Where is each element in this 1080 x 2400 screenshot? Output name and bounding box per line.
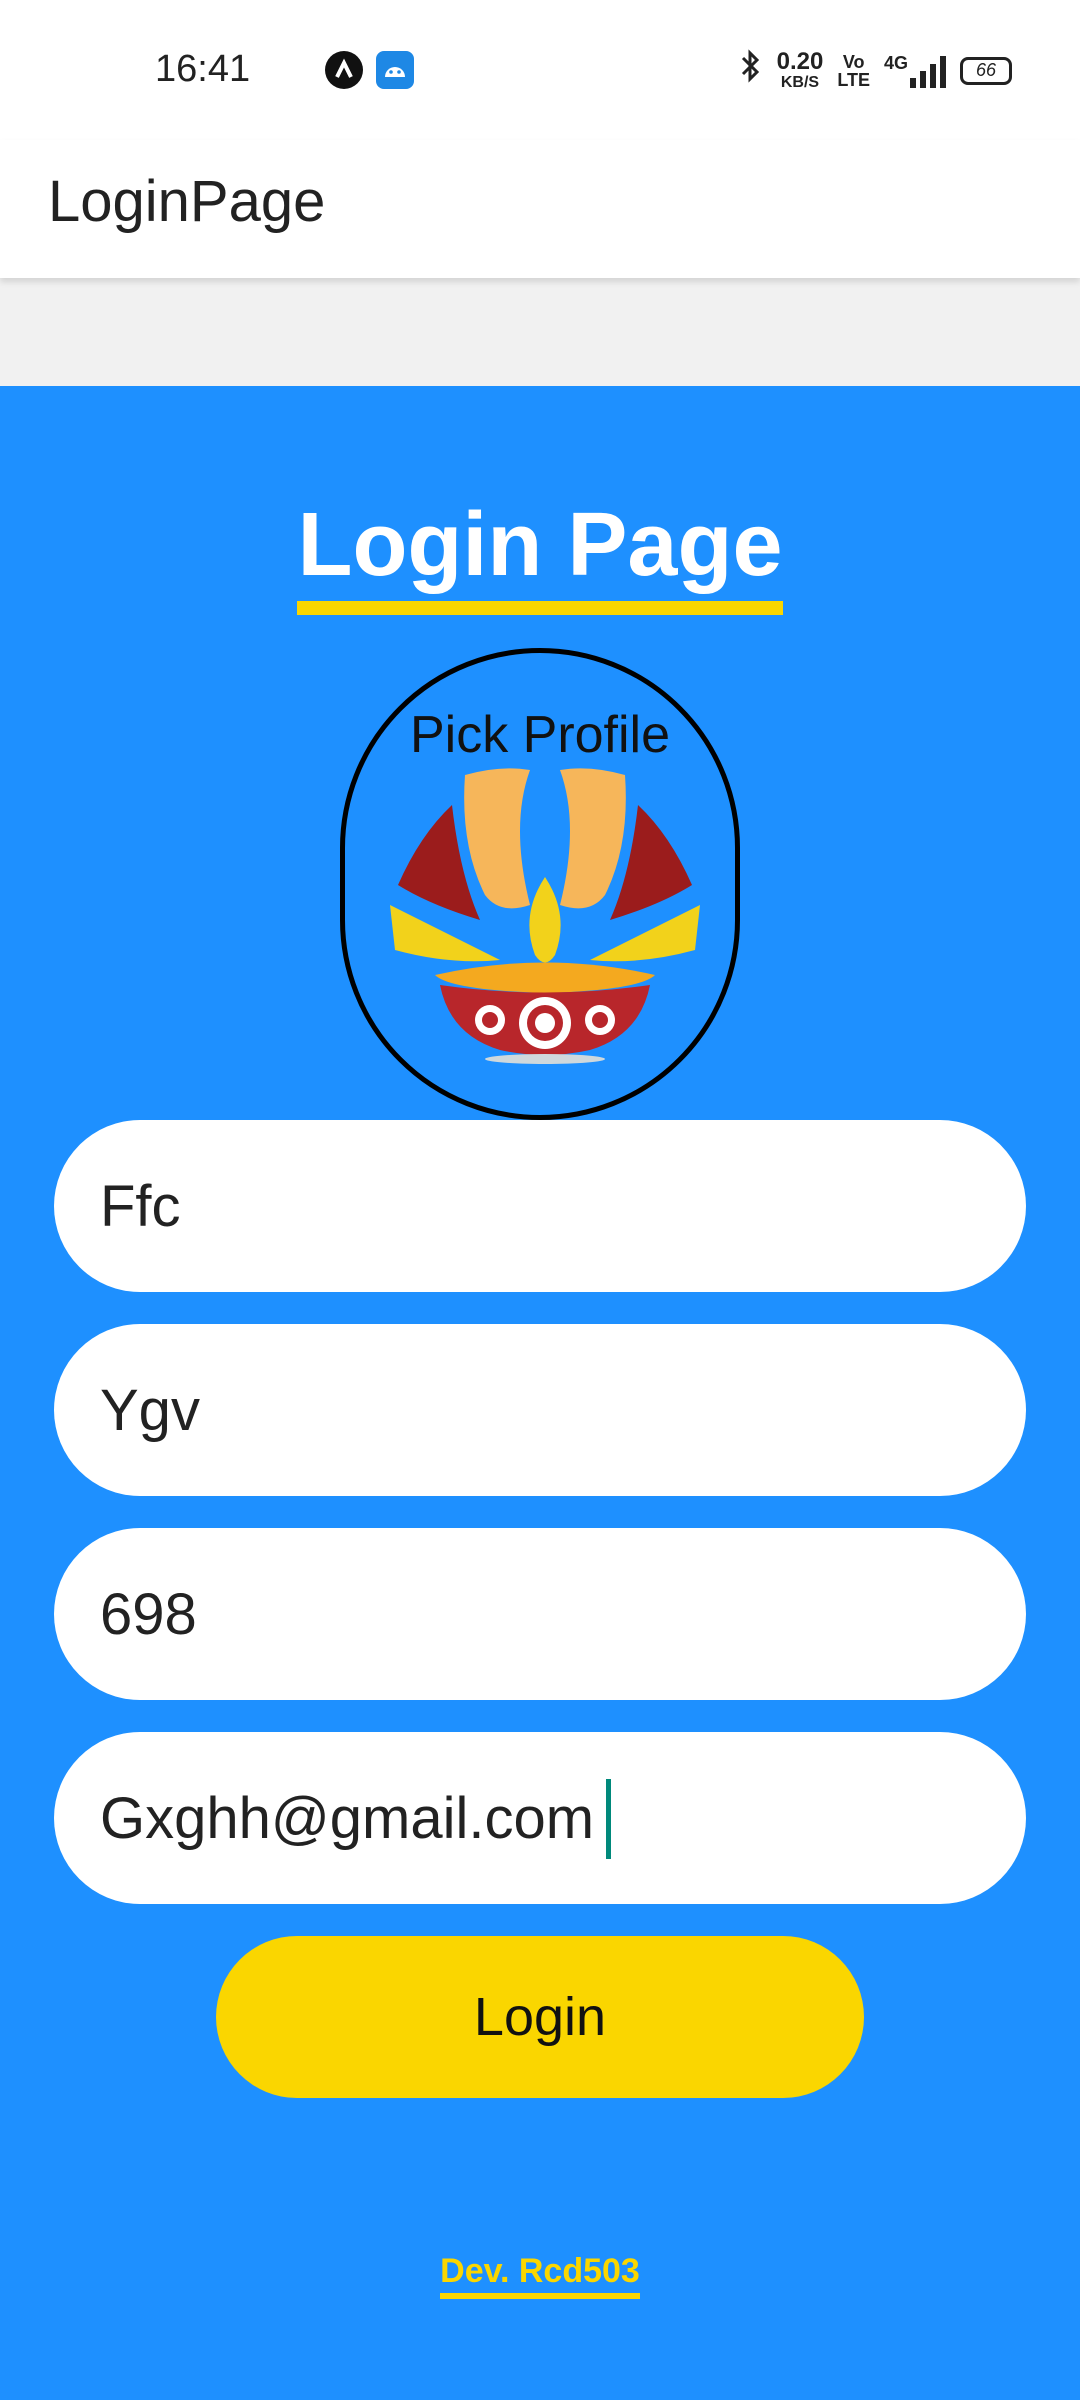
net-speed: 0.20 KB/S — [776, 47, 824, 92]
signal-icon — [910, 54, 946, 88]
net-speed-unit: KB/S — [780, 73, 820, 91]
top-spacer — [0, 278, 1080, 386]
field-1-input[interactable] — [54, 1120, 1026, 1292]
page-heading: Login Page — [0, 494, 1080, 615]
status-bar: 16:41 0.20 KB/S Vo LTE 4G 66 — [0, 0, 1080, 140]
app-bar: LoginPage — [0, 140, 1080, 278]
page-title: Login Page — [297, 494, 783, 615]
network-type: 4G — [883, 52, 908, 73]
field-3[interactable] — [54, 1528, 1026, 1700]
diya-lamp-icon — [390, 768, 700, 1064]
login-button[interactable]: Login — [216, 1936, 864, 2098]
field-1[interactable] — [54, 1120, 1026, 1292]
email-field[interactable] — [54, 1732, 1026, 1904]
profile-picker[interactable]: Pick Profile — [340, 648, 740, 1120]
battery-icon: 66 — [960, 56, 1012, 85]
volte-bottom: LTE — [837, 69, 870, 90]
profile-picker-label: Pick Profile — [409, 706, 671, 764]
field-3-input[interactable] — [54, 1528, 1026, 1700]
login-form: Login Page Pick Profile Ffc Ygv 698 Gxgh… — [0, 386, 1080, 2400]
dev-credit: Dev. Rcd503 — [0, 2252, 1080, 2299]
battery-level: 66 — [975, 60, 997, 80]
dev-credit-label: Dev. Rcd503 — [440, 2252, 640, 2299]
field-2-input[interactable] — [54, 1324, 1026, 1496]
volte-top: Vo — [842, 51, 865, 72]
field-2[interactable] — [54, 1324, 1026, 1496]
a-app-icon — [325, 51, 363, 89]
app-bar-title: LoginPage — [48, 169, 326, 234]
status-indicators: 0.20 KB/S Vo LTE 4G 66 — [739, 48, 1012, 93]
text-caret — [606, 1779, 611, 1859]
network-indicator: 4G — [884, 54, 946, 88]
bluetooth-icon — [739, 48, 763, 93]
android-icon — [376, 51, 414, 89]
email-input[interactable] — [54, 1732, 1026, 1904]
status-time: 16:41 — [155, 48, 251, 90]
net-speed-value: 0.20 — [776, 47, 824, 75]
volte-indicator: Vo LTE — [837, 53, 870, 89]
